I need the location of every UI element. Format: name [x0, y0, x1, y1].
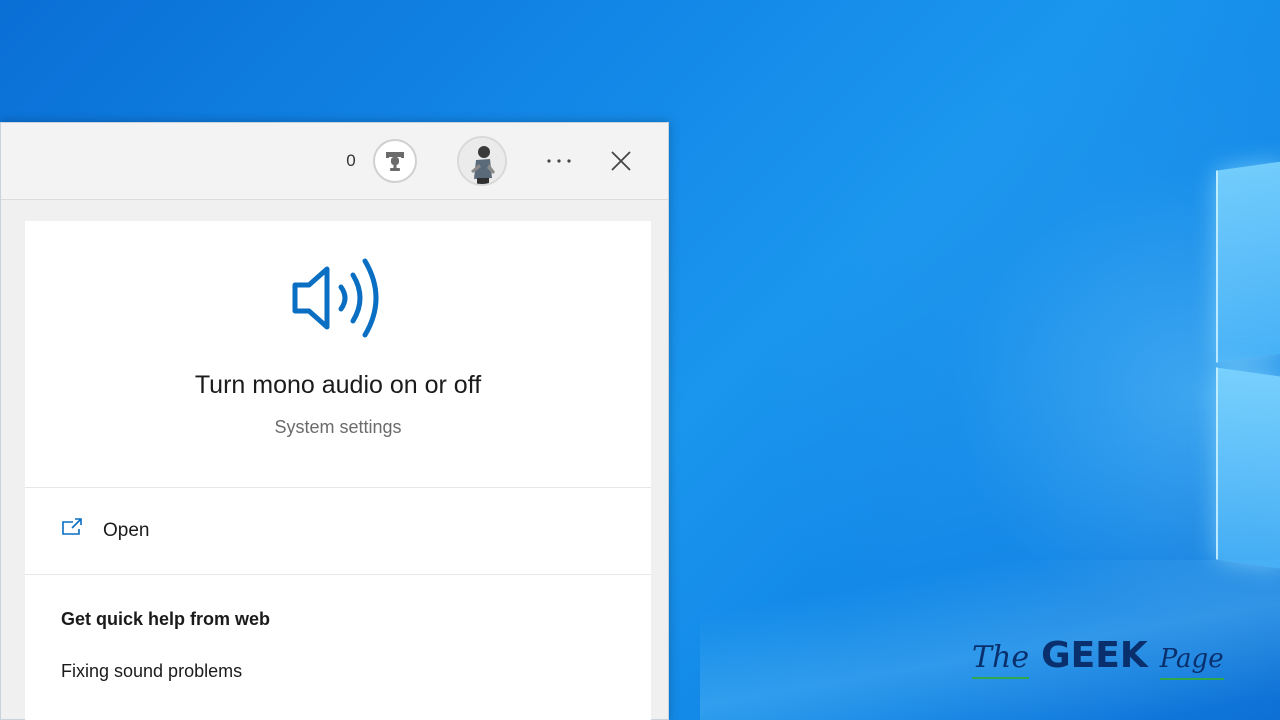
web-help-section: Get quick help from web Fixing sound pro…: [25, 575, 651, 720]
watermark-geek: GEEK: [1041, 635, 1148, 676]
web-help-heading: Get quick help from web: [61, 609, 271, 629]
rewards-points-count: 0: [346, 151, 356, 170]
open-label: Open: [103, 520, 150, 541]
trophy-icon[interactable]: [373, 139, 417, 183]
open-action[interactable]: Open: [25, 488, 651, 575]
more-options-button[interactable]: [535, 143, 583, 179]
panel-header: 0: [1, 123, 668, 200]
more-options-icon: [547, 159, 571, 163]
speaker-volume-icon: [292, 258, 379, 338]
close-icon: [611, 151, 631, 171]
watermark-page: Page: [1159, 640, 1224, 680]
setting-title: Turn mono audio on or off: [194, 371, 482, 399]
search-results-panel: 0 Turn mono audio on or off System setti…: [0, 122, 669, 720]
setting-category: System settings: [274, 417, 402, 437]
open-external-icon: [62, 518, 82, 535]
desktop-glow: [760, 0, 1280, 720]
windows-logo-pane-top: [1216, 161, 1280, 363]
web-help-link[interactable]: Fixing sound problems: [61, 661, 242, 682]
geek-page-watermark: The GEEK Page: [972, 636, 1232, 686]
watermark-the: The: [972, 639, 1030, 679]
windows-logo-pane-bottom: [1216, 367, 1280, 569]
avatar[interactable]: [457, 136, 507, 186]
best-match-card: Turn mono audio on or off System setting…: [25, 221, 651, 488]
windows-logo: [1214, 160, 1280, 570]
close-button[interactable]: [601, 143, 641, 179]
result-detail: Turn mono audio on or off System setting…: [25, 221, 651, 720]
